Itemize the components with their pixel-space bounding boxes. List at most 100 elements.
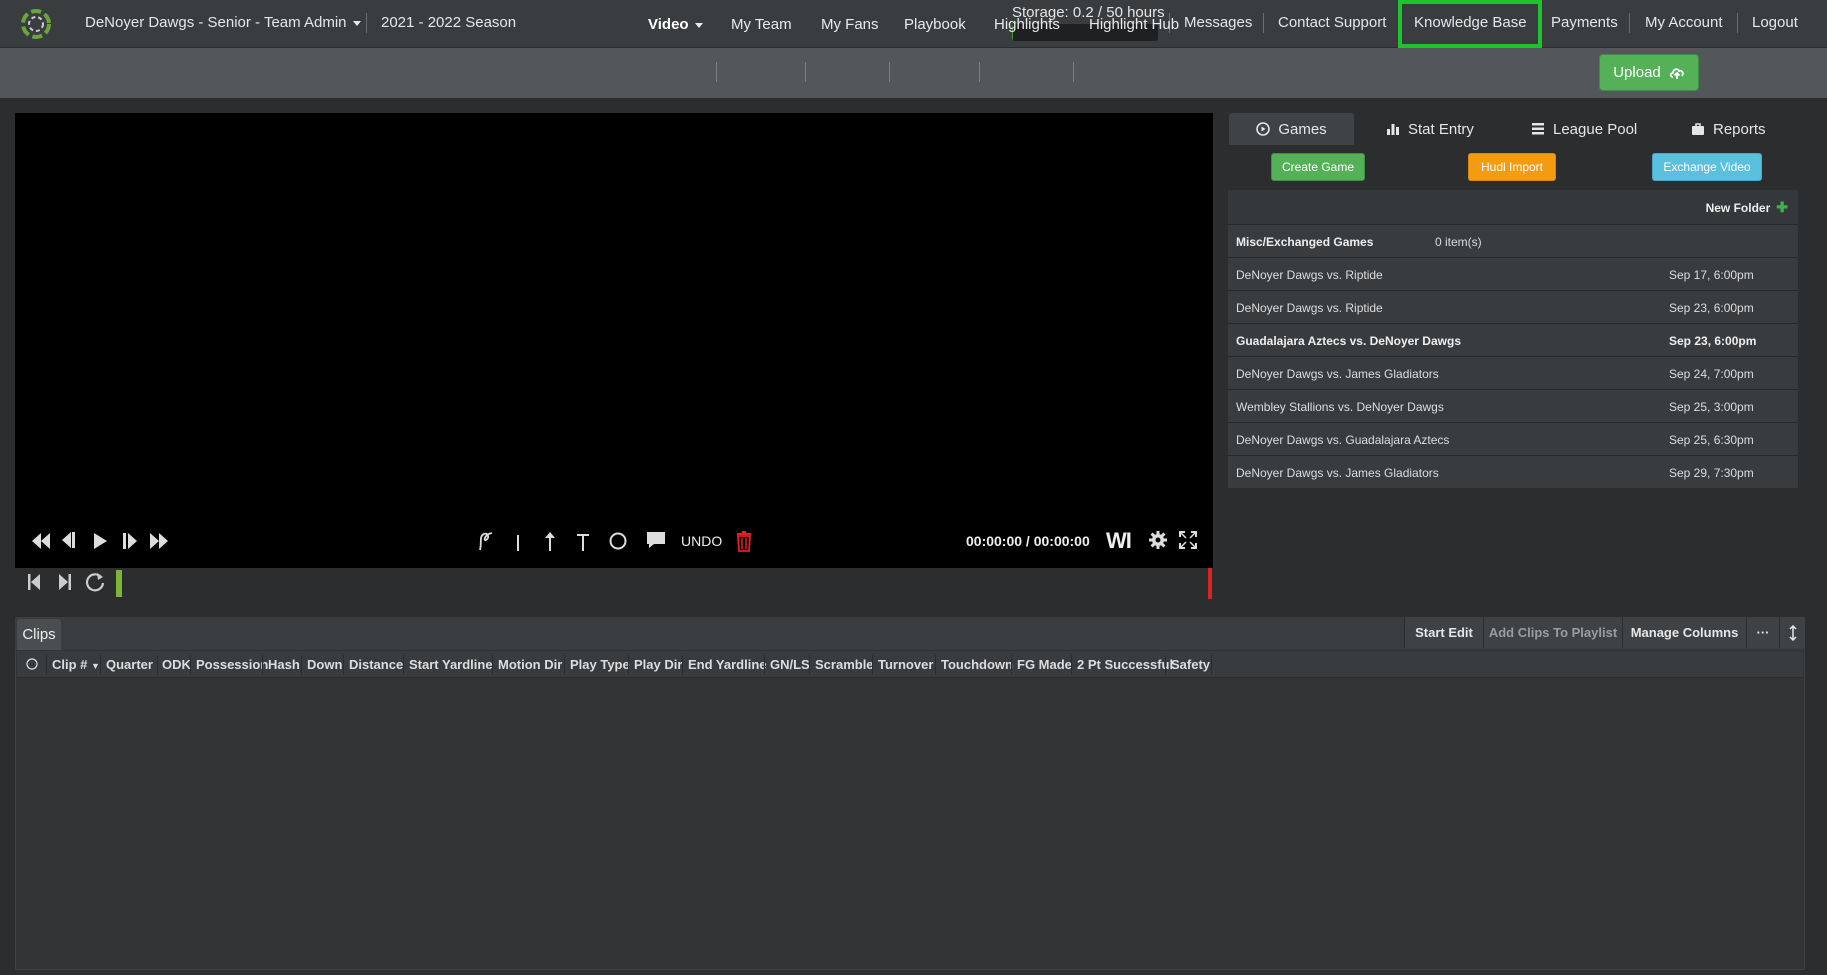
nav-contact-support[interactable]: Contact Support — [1278, 14, 1386, 31]
new-folder-button[interactable]: New Folder ✚ — [1706, 199, 1788, 216]
nav-messages[interactable]: Messages — [1184, 14, 1252, 31]
divider — [805, 62, 806, 82]
briefcase-icon — [1692, 123, 1704, 135]
step-forward-icon[interactable] — [121, 531, 139, 551]
game-row[interactable]: Wembley Stallions vs. DeNoyer Dawgs Sep 2… — [1228, 389, 1798, 422]
column-turnover[interactable]: Turnover — [878, 657, 933, 672]
tab-games[interactable]: Games — [1229, 113, 1354, 145]
timeline-scrubber[interactable] — [115, 569, 1213, 598]
hudl-import-button[interactable]: Hudl Import — [1468, 153, 1556, 181]
tab-reports[interactable]: Reports — [1691, 113, 1766, 145]
column-start-yardline[interactable]: Start Yardline — [409, 657, 493, 672]
undo-button[interactable]: UNDO — [681, 533, 722, 549]
folder-toolbar: New Folder ✚ — [1228, 190, 1798, 224]
game-date: Sep 25, 3:00pm — [1669, 400, 1754, 414]
subnav-playbook[interactable]: Playbook — [904, 16, 966, 33]
column-motion-dir[interactable]: Motion Dir — [498, 657, 562, 672]
play-icon[interactable] — [91, 531, 109, 551]
create-game-button[interactable]: Create Game — [1271, 153, 1365, 181]
tab-clips[interactable]: Clips — [17, 619, 61, 650]
prev-clip-icon[interactable] — [26, 572, 42, 592]
games-list: Misc/Exchanged Games 0 item(s) DeNoyer D… — [1228, 224, 1798, 488]
game-row[interactable]: DeNoyer Dawgs vs. Riptide Sep 17, 6:00pm — [1228, 257, 1798, 290]
manage-columns-button[interactable]: Manage Columns — [1622, 617, 1746, 648]
divider — [492, 655, 493, 675]
subnav-video-label: Video — [648, 16, 689, 33]
subnav-highlight-hub[interactable]: Highlight Hub — [1089, 16, 1179, 33]
game-date: Sep 17, 6:00pm — [1669, 268, 1754, 282]
column-touchdown[interactable]: Touchdown — [941, 657, 1013, 672]
trash-icon[interactable] — [734, 530, 754, 552]
column-down[interactable]: Down — [307, 657, 342, 672]
divider — [764, 655, 765, 675]
more-options-button[interactable]: ··· — [1746, 617, 1779, 648]
fullscreen-icon[interactable] — [1178, 530, 1198, 550]
column-odk[interactable]: ODK — [162, 657, 191, 672]
fast-forward-icon[interactable] — [148, 531, 170, 551]
select-all-radio-icon[interactable] — [26, 658, 38, 670]
cloud-upload-icon — [1669, 67, 1684, 79]
block-icon[interactable] — [574, 531, 592, 553]
tab-league-pool-label: League Pool — [1553, 120, 1638, 138]
subnav-video[interactable]: Video — [648, 16, 703, 33]
arrow-icon[interactable] — [541, 530, 559, 552]
column-quarter[interactable]: Quarter — [106, 657, 153, 672]
rewind-fast-icon[interactable] — [30, 531, 52, 551]
subnav-my-fans[interactable]: My Fans — [821, 16, 879, 33]
nav-payments[interactable]: Payments — [1551, 14, 1618, 31]
column-hash[interactable]: Hash — [268, 657, 300, 672]
timeline-start-marker[interactable] — [116, 570, 122, 597]
column-scramble[interactable]: Scramble — [815, 657, 874, 672]
subnav-highlights[interactable]: Highlights — [994, 16, 1060, 33]
upload-button[interactable]: Upload — [1599, 54, 1699, 91]
settings-icon[interactable] — [1148, 530, 1168, 550]
game-row[interactable]: DeNoyer Dawgs vs. Guadalajara Aztecs Sep … — [1228, 422, 1798, 455]
divider — [46, 655, 47, 675]
freehand-draw-icon[interactable] — [476, 530, 496, 552]
nav-my-account[interactable]: My Account — [1645, 14, 1723, 31]
line-icon[interactable] — [513, 531, 523, 553]
upload-label: Upload — [1613, 64, 1661, 81]
play-circle-icon — [1256, 122, 1271, 136]
divider — [403, 655, 404, 675]
tab-stat-entry[interactable]: Stat Entry — [1386, 113, 1474, 145]
nav-knowledge-base[interactable]: Knowledge Base — [1414, 14, 1527, 31]
bar-chart-icon — [1387, 124, 1399, 135]
column-end-yardline[interactable]: End Yardline — [688, 657, 767, 672]
video-player[interactable] — [15, 113, 1213, 568]
game-row[interactable]: DeNoyer Dawgs vs. Riptide Sep 23, 6:00pm — [1228, 290, 1798, 323]
add-clips-to-playlist-button[interactable]: Add Clips To Playlist — [1483, 617, 1622, 648]
start-edit-button[interactable]: Start Edit — [1404, 617, 1483, 648]
step-back-icon[interactable] — [60, 530, 78, 550]
tab-league-pool[interactable]: League Pool — [1531, 113, 1637, 145]
loop-icon[interactable] — [84, 571, 106, 593]
circle-icon[interactable] — [608, 531, 628, 551]
column-fg-made[interactable]: FG Made — [1017, 657, 1072, 672]
folder-count: 0 item(s) — [1435, 235, 1482, 249]
column-safety[interactable]: Safety — [1171, 657, 1210, 672]
app-logo-icon[interactable] — [18, 6, 54, 42]
game-row[interactable]: DeNoyer Dawgs vs. James Gladiators Sep 24… — [1228, 356, 1798, 389]
nav-logout[interactable]: Logout — [1752, 14, 1798, 31]
column-gn-ls[interactable]: GN/LS — [770, 657, 810, 672]
column-2pt-successful[interactable]: 2 Pt Successful — [1077, 657, 1173, 672]
timeline-end-marker[interactable] — [1208, 568, 1212, 599]
column-clip-number[interactable]: Clip # ▼ — [52, 657, 100, 672]
column-distance[interactable]: Distance — [349, 657, 403, 672]
divider — [682, 655, 683, 675]
column-possession[interactable]: Possession — [196, 657, 268, 672]
wi-toggle[interactable]: WI — [1106, 528, 1132, 554]
column-play-dir[interactable]: Play Dir — [634, 657, 682, 672]
folder-row[interactable]: Misc/Exchanged Games 0 item(s) — [1228, 224, 1798, 257]
plus-icon: ✚ — [1776, 199, 1788, 215]
season-selector[interactable]: 2021 - 2022 Season — [381, 14, 516, 31]
column-play-type[interactable]: Play Type — [570, 657, 630, 672]
resize-handle[interactable] — [1779, 617, 1805, 648]
game-row[interactable]: Guadalajara Aztecs vs. DeNoyer Dawgs Sep … — [1228, 323, 1798, 356]
game-row[interactable]: DeNoyer Dawgs vs. James Gladiators Sep 29… — [1228, 455, 1798, 488]
next-clip-icon[interactable] — [57, 572, 73, 592]
exchange-video-button[interactable]: Exchange Video — [1652, 153, 1762, 181]
team-selector[interactable]: DeNoyer Dawgs - Senior - Team Admin — [85, 14, 361, 31]
comment-icon[interactable] — [645, 530, 667, 550]
subnav-my-team[interactable]: My Team — [731, 16, 792, 33]
